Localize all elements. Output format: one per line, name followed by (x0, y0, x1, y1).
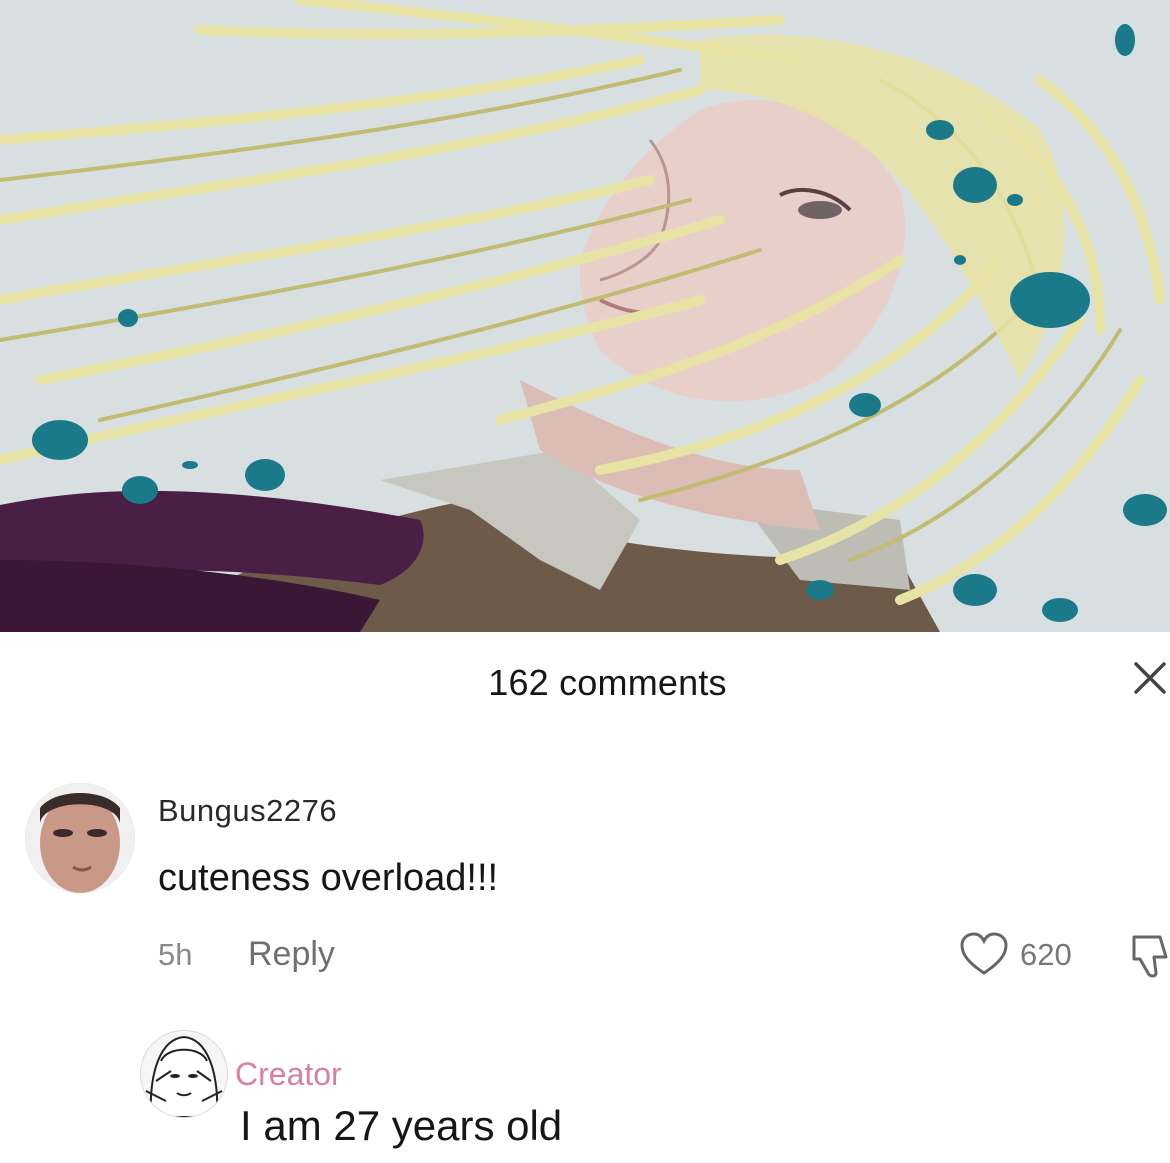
comment-username[interactable]: Bungus2276 (158, 793, 337, 829)
heart-icon (960, 932, 1008, 975)
like-count: 620 (1020, 937, 1072, 972)
illustration-icon (0, 0, 1170, 632)
comments-header: 162 comments (0, 632, 1170, 742)
like-button[interactable] (958, 931, 1010, 977)
close-icon (1134, 662, 1166, 694)
dislike-button[interactable] (1130, 931, 1170, 981)
thumbs-down-icon (1132, 935, 1168, 978)
comments-count: 162 comments (488, 662, 727, 703)
close-button[interactable] (1130, 658, 1170, 698)
reply-button[interactable]: Reply (248, 935, 335, 974)
comment-item: Bungus2276 cuteness overload!!! 5h Reply… (0, 775, 1170, 995)
creator-badge: Creator (235, 1056, 342, 1092)
reply-item: Creator I am 27 years old (0, 1030, 1170, 1163)
reply-text: I am 27 years old (240, 1102, 563, 1149)
creator-avatar[interactable] (140, 1030, 228, 1118)
user-photo-icon (25, 783, 135, 893)
post-artwork[interactable] (0, 0, 1170, 632)
creator-avatar-icon (141, 1031, 227, 1117)
comment-text: cuteness overload!!! (158, 857, 499, 899)
comments-screen: 162 comments Bungus2276 cuteness overloa… (0, 0, 1170, 1163)
avatar[interactable] (25, 783, 135, 893)
comment-timestamp: 5h (158, 937, 193, 972)
